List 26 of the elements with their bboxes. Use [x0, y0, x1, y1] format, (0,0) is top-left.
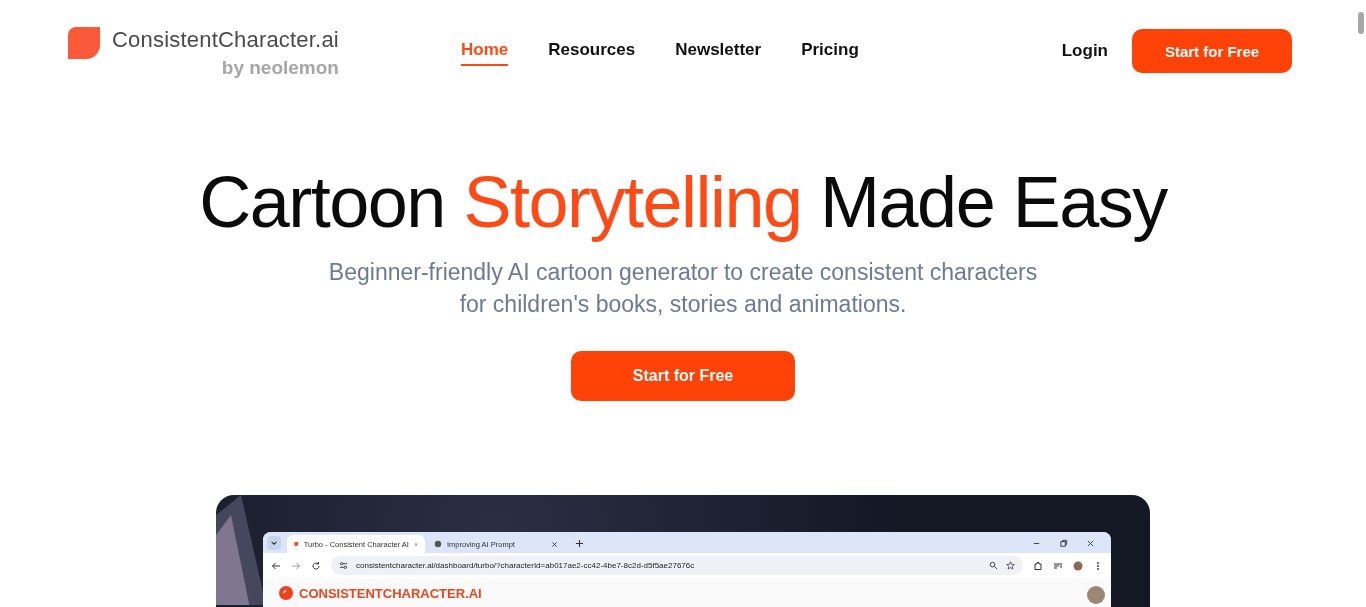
user-avatar[interactable]	[1087, 586, 1105, 604]
brand-name: ConsistentCharacter.ai	[112, 26, 339, 54]
new-tab-icon[interactable]	[575, 539, 584, 548]
nav-link[interactable]: Pricing	[801, 40, 859, 66]
zoom-icon[interactable]	[989, 561, 998, 570]
brand-byline: by neolemon	[221, 56, 339, 80]
app-title: CONSISTENTCHARACTER.AI	[299, 586, 482, 601]
scrollbar-thumb[interactable]	[1358, 12, 1364, 34]
tab-menu-icon[interactable]	[267, 536, 281, 550]
nav-link[interactable]: Newsletter	[675, 40, 762, 66]
logo-icon	[68, 27, 100, 59]
hero-subtitle: Beginner-friendly AI cartoon generator to create consistent characters for children's books, stories and animations.	[328, 258, 1038, 319]
site-settings-icon[interactable]	[339, 561, 348, 570]
app-logo-icon	[279, 586, 293, 600]
back-icon[interactable]	[271, 560, 281, 571]
restore-icon[interactable]	[1059, 539, 1068, 548]
favicon-icon	[294, 540, 299, 548]
reload-icon[interactable]	[311, 560, 321, 571]
nav-link[interactable]: Resources	[548, 40, 636, 66]
close-icon[interactable]	[1086, 539, 1095, 548]
hero-title: Cartoon Storytelling Made Easy	[199, 162, 1167, 242]
login-link[interactable]: Login	[1061, 41, 1108, 61]
profile-avatar[interactable]	[1073, 560, 1083, 571]
close-icon[interactable]	[551, 540, 558, 548]
address-bar[interactable]: consistentcharacter.ai/dashboard/turbo/?characterId=ab017ae2-cc42-4be7-8c2d-d5f5ae27676c	[331, 556, 1023, 575]
star-icon[interactable]	[1006, 561, 1015, 570]
